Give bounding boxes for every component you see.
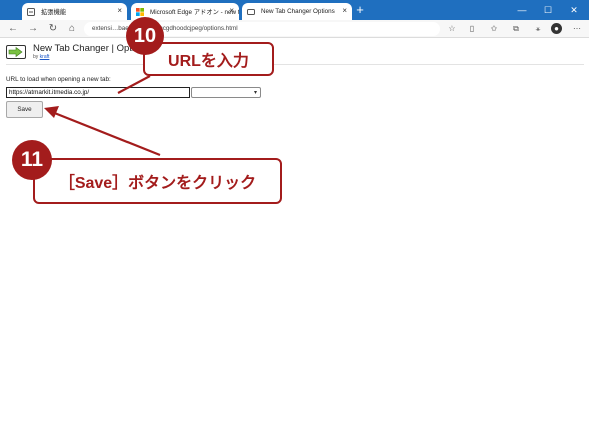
step11-badge: 11 xyxy=(12,140,52,180)
step11-callout: ［Save］ボタンをクリック xyxy=(33,158,282,204)
step10-badge: 10 xyxy=(126,17,164,55)
step11-text: ［Save］ボタンをクリック xyxy=(58,175,257,192)
step10-text: URLを入力 xyxy=(168,53,249,70)
step10-callout: URLを入力 xyxy=(143,42,274,76)
annotation-arrows xyxy=(44,75,161,157)
